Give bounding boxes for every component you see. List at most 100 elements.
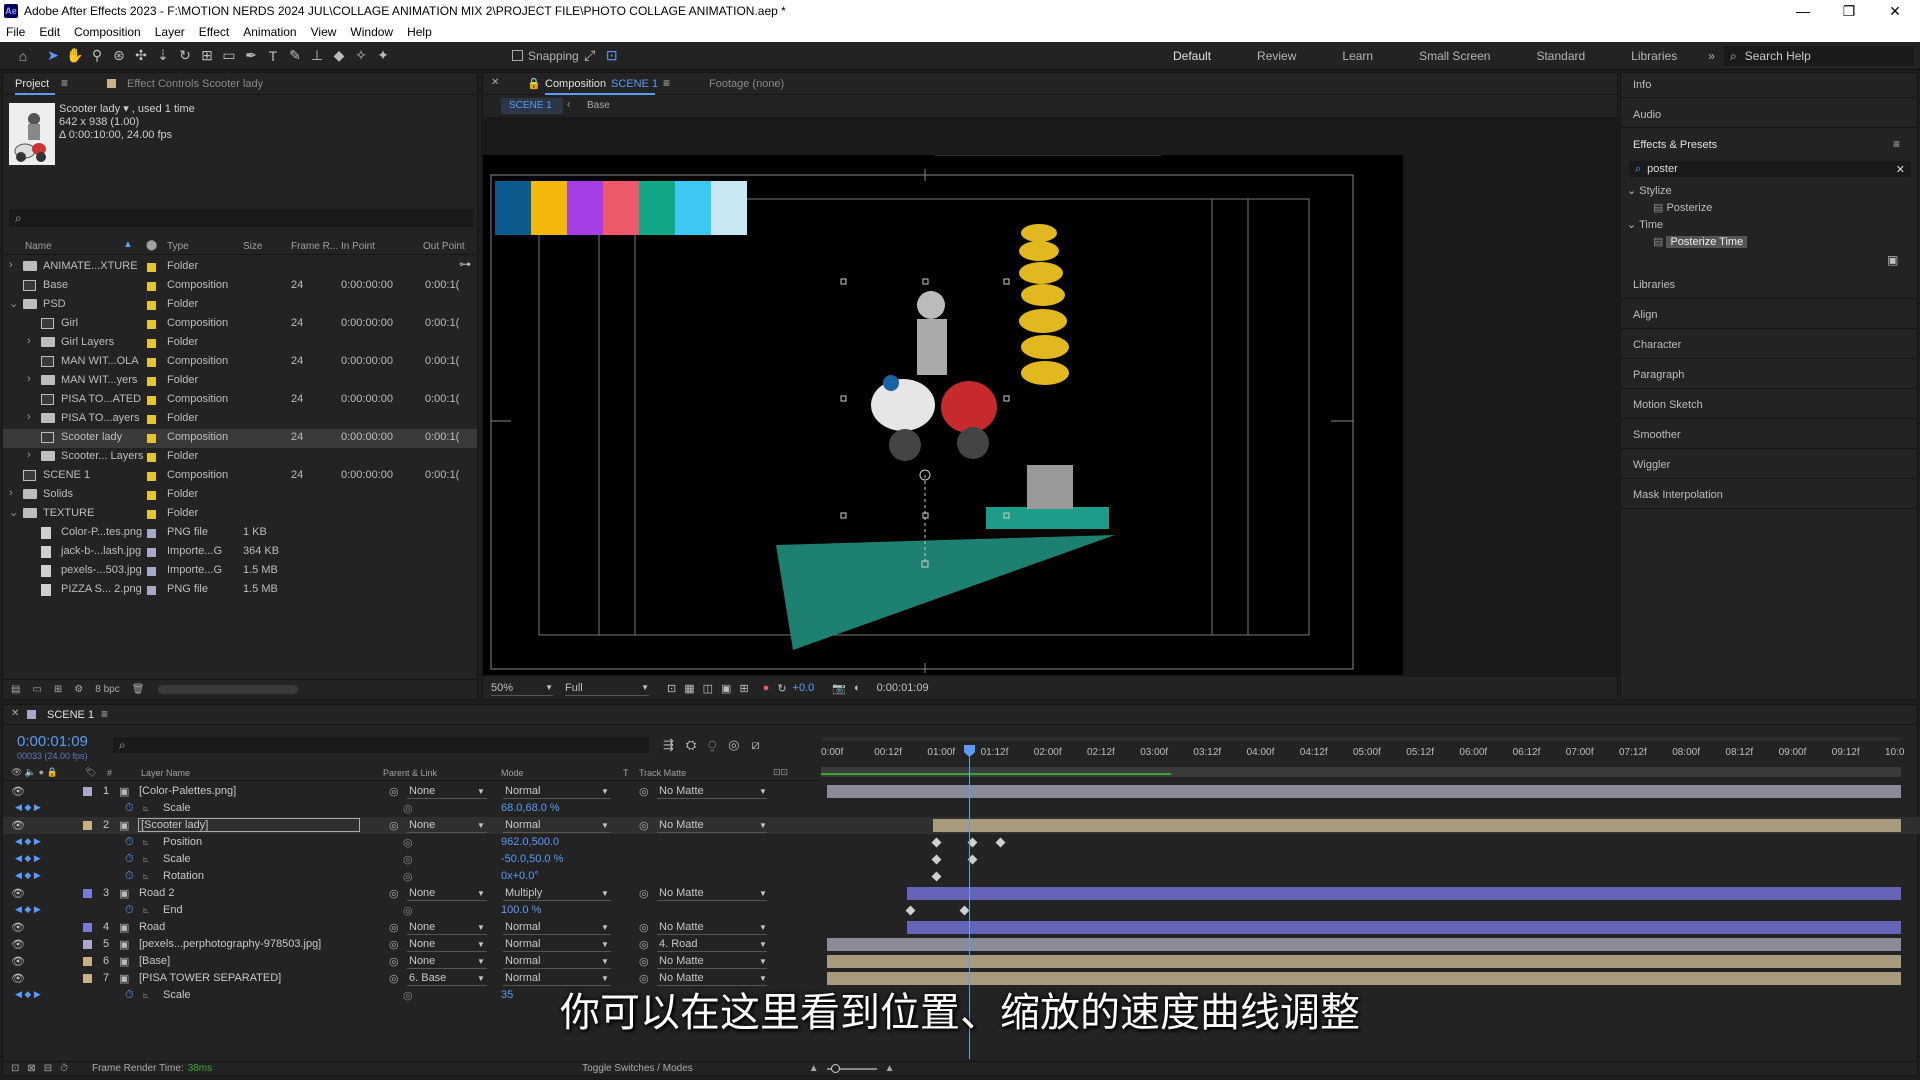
panel-libraries[interactable]: Libraries	[1621, 269, 1917, 299]
workspace-standard[interactable]: Standard	[1513, 49, 1608, 63]
layer-name[interactable]: Road	[139, 921, 165, 933]
col-in-point[interactable]: In Point	[341, 241, 375, 252]
transparency-grid-icon[interactable]: ▦	[684, 682, 694, 695]
pickwhip-icon[interactable]: ◎	[403, 904, 413, 917]
panel-menu-icon[interactable]: ≡	[101, 707, 108, 721]
resolution-dropdown[interactable]: Full ▼	[565, 680, 649, 696]
pickwhip-icon[interactable]: ◎	[389, 887, 399, 900]
keyframe[interactable]	[931, 871, 942, 882]
flowchart-icon[interactable]: ⊶	[459, 257, 471, 271]
layer-duration-bar[interactable]	[827, 785, 1901, 798]
type-tool-icon[interactable]: T	[262, 45, 284, 67]
snapshot-icon[interactable]: 📷	[832, 682, 846, 695]
layer-name[interactable]: Road 2	[139, 887, 174, 899]
layer-row[interactable]: 👁 2 ▣ [Scooter lady] ◎ None ▼ Normal ▼ ◎ No Matte ▼	[3, 817, 1920, 834]
toggle-switches-modes[interactable]: Toggle Switches / Modes	[582, 1063, 693, 1074]
info-panel-tab[interactable]: Info	[1633, 79, 1651, 91]
twirl-icon[interactable]: ›	[27, 335, 31, 347]
show-snapshot-icon[interactable]: ◐	[854, 682, 861, 694]
bpc-label[interactable]: 8 bpc	[95, 684, 119, 695]
project-search-input[interactable]: ⌕	[9, 209, 473, 227]
new-folder-icon[interactable]: ▭	[32, 684, 41, 695]
project-item[interactable]: › Scooter... Layers Folder	[3, 448, 477, 467]
project-item[interactable]: Scooter lady Composition 24 0:00:00:00 0:00:…	[3, 429, 477, 448]
new-comp-icon[interactable]: ⊞	[54, 684, 62, 695]
menu-composition[interactable]: Composition	[67, 25, 148, 39]
col-layer-name[interactable]: Layer Name	[141, 768, 190, 778]
graph-icon[interactable]: ⦜	[143, 904, 149, 917]
stopwatch-icon[interactable]: ⏱	[125, 870, 134, 883]
col-track-matte[interactable]: Track Matte	[639, 768, 686, 778]
pickwhip-icon[interactable]: ◎	[389, 921, 399, 934]
timeline-tab[interactable]: SCENE 1	[47, 709, 94, 721]
property-value[interactable]: 0x+0.0°	[501, 870, 539, 882]
footage-tab[interactable]: Footage (none)	[709, 78, 784, 90]
zoom-in-icon[interactable]: ▲	[885, 1063, 895, 1074]
property-row[interactable]: ◀ ◆ ▶ ⏱ ⦜ Scale ◎ 68.0,68.0 %	[3, 800, 1920, 817]
label-swatch[interactable]	[147, 263, 156, 272]
new-bin-icon[interactable]: ▣	[1887, 253, 1898, 267]
panel-paragraph[interactable]: Paragraph	[1621, 359, 1917, 389]
label-swatch[interactable]	[147, 548, 156, 557]
effect-controls-tab[interactable]: Effect Controls Scooter lady	[127, 78, 263, 90]
render-time-icon[interactable]: ⏱	[60, 1063, 68, 1074]
eye-icon[interactable]: 👁	[11, 938, 25, 951]
label-swatch[interactable]	[147, 586, 156, 595]
col-frame-rate[interactable]: Frame R...	[291, 241, 338, 252]
pickwhip-icon[interactable]: ◎	[389, 938, 399, 951]
breadcrumb-base[interactable]: Base	[587, 100, 610, 111]
matte-pickwhip-icon[interactable]: ◎	[639, 938, 649, 951]
property-row[interactable]: ◀ ◆ ▶ ⏱ ⦜ Scale ◎ -50.0,50.0 %	[3, 851, 1920, 868]
col-name[interactable]: Name	[25, 241, 52, 252]
layer-duration-bar[interactable]	[907, 887, 1901, 900]
keyframe[interactable]	[931, 837, 942, 848]
label-col-icon[interactable]: ⬤	[146, 240, 157, 251]
project-item[interactable]: › MAN WIT...yers Folder	[3, 372, 477, 391]
label-swatch[interactable]	[147, 529, 156, 538]
label-swatch[interactable]	[147, 358, 156, 367]
label-swatch[interactable]	[147, 510, 156, 519]
matte-pickwhip-icon[interactable]: ◎	[639, 955, 649, 968]
panel-menu-icon[interactable]: ≡	[61, 76, 68, 90]
snap-options-icon[interactable]: ⤢	[579, 45, 601, 67]
eye-icon[interactable]: 👁	[11, 819, 25, 832]
graph-icon[interactable]: ⦜	[143, 870, 149, 883]
property-row[interactable]: ◀ ◆ ▶ ⏱ ⦜ Rotation ◎ 0x+0.0°	[3, 868, 1920, 885]
project-item[interactable]: Base Composition 24 0:00:00:00 0:00:1(	[3, 277, 477, 296]
time-ruler[interactable]: 0:00f 00:12f 01:00f 01:12f 02:00f 02:12f 03:00…	[821, 735, 1904, 781]
workspace-review[interactable]: Review	[1234, 49, 1319, 63]
keyframe[interactable]	[959, 905, 970, 916]
label-swatch[interactable]	[147, 320, 156, 329]
zoom-tool-icon[interactable]: ⚲	[86, 45, 108, 67]
pan-behind-tool-icon[interactable]: ⊞	[196, 45, 218, 67]
eye-icon[interactable]: 👁	[11, 955, 25, 968]
panel-align[interactable]: Align	[1621, 299, 1917, 329]
label-swatch[interactable]	[147, 434, 156, 443]
pan-tool-icon[interactable]: ✣	[130, 45, 152, 67]
graph-icon[interactable]: ⦜	[143, 853, 149, 866]
matte-pickwhip-icon[interactable]: ◎	[639, 819, 649, 832]
roto-brush-tool-icon[interactable]: ✧	[350, 45, 372, 67]
label-swatch[interactable]	[83, 957, 92, 966]
color-palette-layer[interactable]	[495, 181, 747, 235]
project-item[interactable]: jack-b-...lash.jpg Importe...G 364 KB	[3, 543, 477, 562]
layer-duration-bar[interactable]	[827, 955, 1901, 968]
pickwhip-icon[interactable]: ◎	[403, 853, 413, 866]
exposure-value[interactable]: +0.0	[793, 682, 815, 694]
project-item[interactable]: › Girl Layers Folder	[3, 334, 477, 353]
menu-help[interactable]: Help	[400, 25, 439, 39]
project-item[interactable]: SCENE 1 Composition 24 0:00:00:00 0:00:1(	[3, 467, 477, 486]
work-area-bar[interactable]	[821, 767, 1901, 777]
col-size[interactable]: Size	[243, 241, 262, 252]
keyframe-nav-icon[interactable]: ◀ ◆ ▶	[15, 802, 41, 813]
label-swatch[interactable]	[83, 821, 92, 830]
pickwhip-icon[interactable]: ◎	[403, 836, 413, 849]
layer-duration-bar[interactable]	[907, 921, 1901, 934]
project-item[interactable]: Color-P...tes.png PNG file 1 KB	[3, 524, 477, 543]
layer-row[interactable]: 👁 4 ▣ Road ◎ None ▼ Normal ▼ ◎ No Matte ▼	[3, 919, 1920, 936]
layer-name[interactable]: [Base]	[139, 955, 170, 967]
timeline-zoom-slider[interactable]	[826, 1063, 877, 1073]
label-swatch[interactable]	[83, 787, 92, 796]
layer-duration-bar[interactable]	[933, 819, 1901, 832]
zoom-out-icon[interactable]: ▲	[809, 1063, 819, 1074]
